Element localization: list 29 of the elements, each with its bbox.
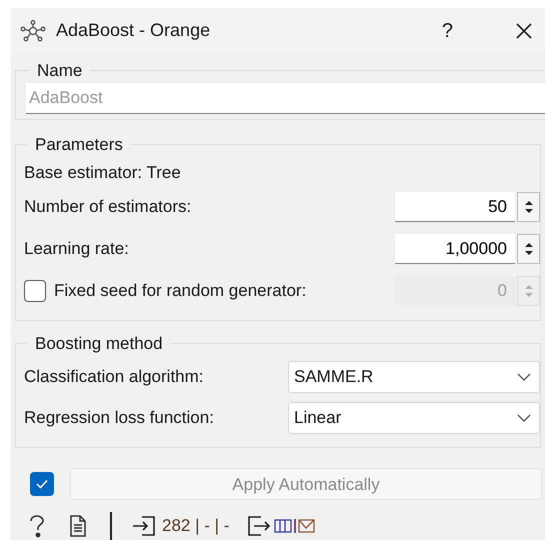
dropdown[interactable]: SAMME.R: [288, 360, 540, 393]
input-icon[interactable]: [132, 514, 156, 537]
input-summary: 282 | - | -: [162, 514, 230, 537]
field-label: Classification algorithm:: [24, 366, 204, 388]
number-field[interactable]: 50: [395, 192, 515, 222]
help-button[interactable]: ?: [442, 16, 453, 46]
chevron-down-icon: [517, 414, 531, 422]
network-icon: [20, 20, 46, 42]
group-title: Name: [36, 60, 84, 82]
base-estimator-text: Base estimator: Tree: [24, 162, 182, 184]
field-label: Number of estimators:: [24, 196, 192, 218]
output-summary-icon: [274, 518, 316, 534]
window-title: AdaBoost - Orange: [56, 19, 210, 42]
group-title: Boosting method: [34, 332, 164, 355]
dropdown[interactable]: Linear: [288, 402, 540, 434]
output-icon[interactable]: [247, 514, 272, 537]
name-field[interactable]: AdaBoost: [26, 83, 545, 114]
spin-buttons[interactable]: [517, 192, 540, 222]
check-icon: [36, 479, 48, 490]
close-icon[interactable]: [515, 22, 533, 40]
help-icon[interactable]: [27, 514, 47, 538]
checkbox-label: Fixed seed for random generator:: [54, 280, 306, 302]
spin-buttons[interactable]: [517, 234, 540, 264]
field-label: Learning rate:: [24, 238, 129, 260]
number-field[interactable]: 1,00000: [395, 234, 515, 264]
field-label: Regression loss function:: [24, 406, 214, 429]
chevron-down-icon: [517, 372, 531, 381]
group-title: Parameters: [34, 134, 124, 156]
document-icon[interactable]: [69, 514, 87, 537]
